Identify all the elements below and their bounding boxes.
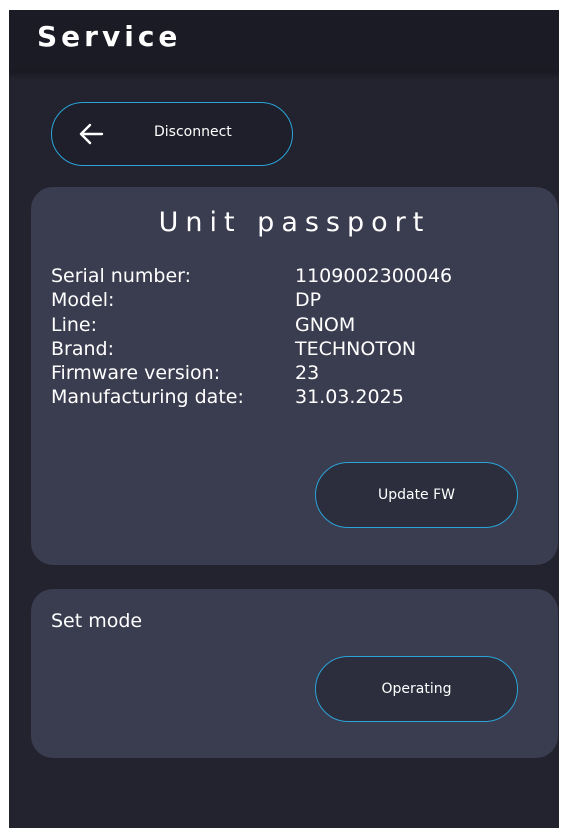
app-window: Service Disconnect Unit passport Serial … [9, 10, 559, 828]
firmware-version-label: Firmware version: [51, 362, 221, 385]
line-value: GNOM [295, 313, 356, 336]
brand-label: Brand: [51, 337, 114, 360]
set-mode-card: Set mode Operating [31, 589, 558, 758]
model-value: DP [295, 289, 322, 312]
operating-mode-button[interactable]: Operating [315, 656, 518, 722]
serial-number-value: 1109002300046 [295, 265, 453, 287]
manufacturing-date-label: Manufacturing date: [51, 386, 244, 409]
disconnect-label: Disconnect [154, 124, 232, 140]
brand-value: TECHNOTON [295, 337, 417, 360]
line-label: Line: [51, 313, 97, 336]
unit-passport-card: Unit passport Serial number: 11090023000… [31, 187, 558, 565]
page-title: Service [37, 20, 182, 53]
firmware-version-value: 23 [295, 362, 320, 385]
disconnect-button[interactable]: Disconnect [51, 102, 293, 166]
set-mode-label: Set mode [51, 610, 143, 632]
serial-number-label: Serial number: [51, 265, 192, 287]
manufacturing-date-value: 31.03.2025 [295, 386, 404, 409]
arrow-left-icon [79, 123, 104, 145]
update-fw-button[interactable]: Update FW [315, 462, 518, 528]
top-bar-shadow [9, 70, 559, 80]
model-label: Model: [51, 289, 115, 312]
unit-passport-title: Unit passport [158, 207, 431, 238]
top-bar: Service [9, 10, 559, 70]
